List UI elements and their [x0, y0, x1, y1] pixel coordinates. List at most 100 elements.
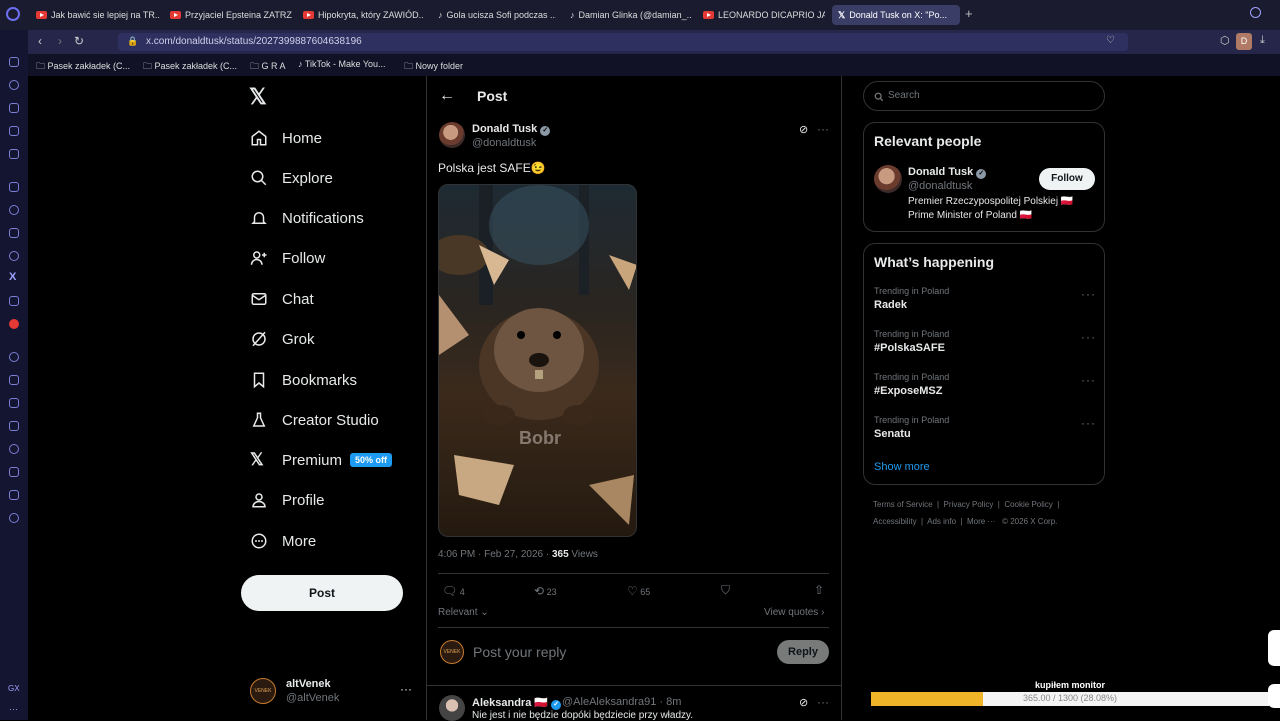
back-arrow-icon[interactable]: ← [439, 87, 455, 105]
repost-action[interactable]: ⟲ 23 [534, 584, 557, 598]
sidebar-wallet-icon[interactable] [9, 421, 19, 431]
sidebar-app-icon[interactable] [9, 103, 19, 113]
nav-premium[interactable]: 𝕏 Premium 50% off [250, 447, 393, 473]
nav-chat[interactable]: Chat [250, 286, 314, 312]
account-menu-icon[interactable]: ··· [400, 682, 412, 696]
comment-author-name[interactable]: Aleksandra 🇵🇱 ✓ [472, 696, 562, 710]
sidebar-settings-icon[interactable] [9, 513, 19, 523]
footer-link[interactable]: Terms of Service [873, 500, 933, 509]
trend-menu-icon[interactable]: ··· [1081, 287, 1096, 301]
author-handle[interactable]: @donaldtusk [472, 137, 536, 149]
trend-menu-icon[interactable]: ··· [1081, 330, 1096, 344]
back-icon[interactable]: ‹ [38, 34, 42, 48]
nav-explore[interactable]: Explore [250, 165, 333, 191]
nav-more[interactable]: More [250, 528, 316, 554]
nav-grok[interactable]: Grok [250, 326, 315, 352]
person-handle[interactable]: @donaldtusk [908, 180, 972, 192]
sidebar-x-icon[interactable]: X [9, 271, 16, 283]
author-name[interactable]: Donald Tusk ✓ [472, 123, 551, 136]
bookmark-page-icon[interactable]: ♡ [1106, 35, 1115, 46]
bookmark-tiktok[interactable]: ♪ TikTok - Make You... [298, 59, 386, 69]
sidebar-download-icon[interactable] [9, 467, 19, 477]
tab-6[interactable]: LEONARDO DICAPRIO JA... [703, 5, 825, 25]
sidebar-heart-icon[interactable] [9, 398, 19, 408]
bookmark-folder-1[interactable]: 🗀 Pasek zakładek (C... [36, 59, 130, 75]
footer-link[interactable]: Accessibility [873, 517, 917, 526]
sidebar-twitch-icon[interactable] [9, 182, 19, 192]
reply-action[interactable]: 🗨 4 [442, 584, 465, 598]
author-avatar[interactable] [439, 122, 465, 148]
url-field[interactable]: 🔒 x.com/donaldtusk/status/20273998876046… [118, 33, 1128, 51]
nav-creator-studio[interactable]: Creator Studio [250, 407, 379, 433]
footer-link[interactable]: Ads info [927, 517, 956, 526]
profile-avatar[interactable]: D [1236, 33, 1252, 50]
trend-menu-icon[interactable]: ··· [1081, 416, 1096, 430]
nav-profile[interactable]: Profile [250, 487, 325, 513]
sidebar-messenger-icon[interactable] [9, 205, 19, 215]
show-more-link[interactable]: Show more [874, 461, 930, 473]
search-tabs-icon[interactable] [1250, 7, 1261, 18]
reply-input[interactable]: Post your reply [473, 644, 566, 660]
post-image[interactable]: Bobr [438, 184, 637, 537]
trend-item[interactable]: Trending in Poland #ExposeMSZ [874, 372, 949, 397]
trend-menu-icon[interactable]: ··· [1081, 373, 1096, 387]
sort-relevant-dropdown[interactable]: Relevant ⌄ [438, 607, 489, 618]
sidebar-record-icon[interactable] [9, 319, 19, 329]
grok-explain-icon[interactable]: ⊘ [799, 123, 808, 136]
trend-item[interactable]: Trending in Poland Senatu [874, 415, 949, 440]
forward-icon[interactable]: › [58, 34, 62, 48]
bookmark-folder-2[interactable]: 🗀 Pasek zakładek (C... [143, 59, 237, 75]
sidebar-music-icon[interactable] [9, 352, 19, 362]
sidebar-more-icon[interactable]: ··· [9, 704, 18, 714]
view-quotes-link[interactable]: View quotes › [764, 607, 824, 618]
bookmark-folder-4[interactable]: 🗀 Nowy folder [404, 59, 463, 75]
person-avatar[interactable] [874, 165, 902, 193]
nav-bookmarks[interactable]: Bookmarks [250, 367, 357, 393]
sidebar-app-icon[interactable] [9, 149, 19, 159]
tab-3[interactable]: Hipokryta, który ZAWIÓD... [303, 5, 423, 25]
tab-1[interactable]: Jak bawić sie lepiej na TR... [36, 5, 160, 25]
sidebar-discord-icon[interactable] [9, 296, 19, 306]
sidebar-clock-icon[interactable] [9, 444, 19, 454]
sidebar-player-icon[interactable] [9, 375, 19, 385]
nav-follow[interactable]: Follow [250, 245, 325, 271]
bookmark-action-icon[interactable]: ⛉ [721, 583, 730, 598]
new-tab-button[interactable]: + [965, 6, 973, 21]
trend-item[interactable]: Trending in Poland Radek [874, 286, 949, 311]
tab-4[interactable]: ♪ Gola ucisza Sofi podczas ... [438, 5, 556, 25]
reply-button[interactable]: Reply [777, 640, 829, 664]
footer-link[interactable]: More ··· [967, 517, 995, 526]
sidebar-gx-icon[interactable]: GX [8, 684, 20, 693]
bookmark-folder-3[interactable]: 🗀 G R A [250, 59, 286, 75]
sidebar-app-icon[interactable] [9, 57, 19, 67]
extensions-icon[interactable]: ⬡ [1220, 34, 1230, 47]
reload-icon[interactable]: ↻ [74, 34, 84, 48]
tab-active[interactable]: 𝕏 Donald Tusk on X: "Po... [832, 5, 960, 25]
nav-home[interactable]: Home [250, 125, 322, 151]
post-menu-icon[interactable]: ··· [817, 122, 829, 136]
tab-5[interactable]: ♪ Damian Glinka (@damian_... [570, 5, 692, 25]
download-icon[interactable]: ⤓ [1260, 34, 1265, 47]
x-logo-icon[interactable]: 𝕏 [249, 84, 267, 110]
opera-logo-icon[interactable] [6, 7, 20, 21]
sidebar-history-icon[interactable] [9, 80, 19, 90]
sidebar-app-icon[interactable] [9, 126, 19, 136]
sidebar-box-icon[interactable] [9, 490, 19, 500]
grok-explain-icon[interactable]: ⊘ [799, 696, 808, 709]
nav-notifications[interactable]: Notifications [250, 205, 364, 231]
tab-2[interactable]: Przyjaciel Epsteina ZATRZ... [170, 5, 292, 25]
comment-menu-icon[interactable]: ··· [817, 695, 829, 709]
post-button[interactable]: Post [241, 575, 403, 611]
search-input[interactable]: Search [863, 81, 1105, 111]
footer-link[interactable]: Cookie Policy [1004, 500, 1052, 509]
account-avatar[interactable]: VENEK [250, 678, 276, 704]
comment-avatar[interactable] [439, 695, 465, 721]
footer-link[interactable]: Privacy Policy [944, 500, 994, 509]
trend-item[interactable]: Trending in Poland #PolskaSAFE [874, 329, 949, 354]
sidebar-instagram-icon[interactable] [9, 228, 19, 238]
follow-button[interactable]: Follow [1039, 168, 1095, 190]
person-name[interactable]: Donald Tusk ✓ [908, 166, 987, 179]
share-icon[interactable]: ⇧ [814, 583, 824, 597]
sidebar-telegram-icon[interactable] [9, 251, 19, 261]
like-action[interactable]: ♡ 65 [627, 584, 650, 598]
